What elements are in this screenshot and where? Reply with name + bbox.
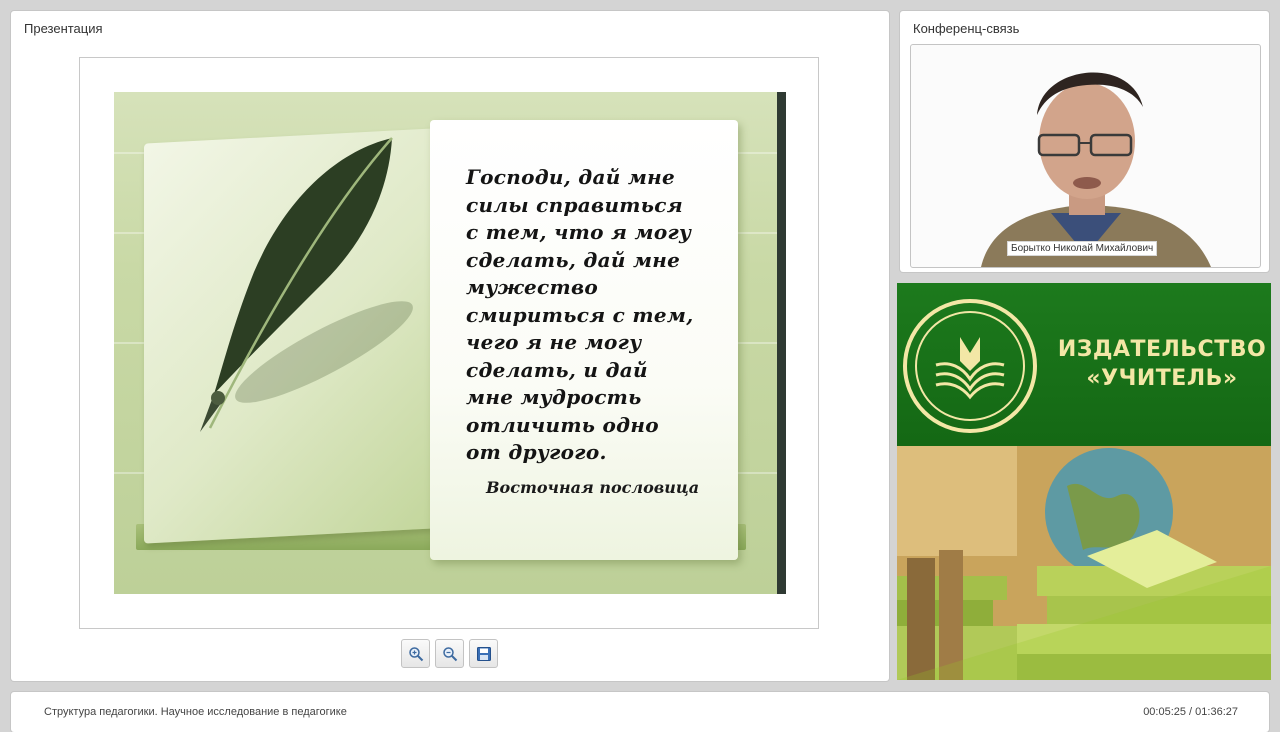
zoom-in-button[interactable] (401, 639, 430, 668)
presentation-panel-title: Презентация (24, 21, 103, 36)
zoom-out-icon (442, 646, 457, 661)
publisher-name: ИЗДАТЕЛЬСТВО «УЧИТЕЛЬ» (1057, 337, 1267, 391)
quill-feather-icon (200, 137, 413, 432)
slide-quote: Господи, дай мне силы справиться с тем, … (466, 165, 694, 464)
zoom-in-icon (408, 646, 423, 661)
publisher-banner: ИЗДАТЕЛЬСТВО «УЧИТЕЛЬ» (897, 283, 1271, 680)
playback-timecode: 00:05:25 / 01:36:27 (1143, 706, 1238, 718)
banner-books-photo (897, 446, 1271, 680)
slide-edge (777, 92, 786, 594)
conference-panel-title: Конференц-связь (913, 21, 1020, 36)
publisher-logo (903, 299, 1037, 433)
books-globe-icon (897, 446, 1271, 680)
book-logo-icon (935, 337, 1005, 400)
save-button[interactable] (469, 639, 498, 668)
speaker-name-label: Борытко Николай Михайлович (1007, 241, 1158, 256)
conference-panel: Конференц-связь Борытко Николай Михайлов… (900, 11, 1269, 272)
save-icon (476, 646, 491, 661)
slide-image: Господи, дай мне силы справиться с тем, … (114, 92, 786, 594)
banner-header: ИЗДАТЕЛЬСТВО «УЧИТЕЛЬ» (897, 283, 1271, 446)
presentation-panel: Презентация Господи, дай мне силы справи… (11, 11, 889, 681)
zoom-out-button[interactable] (435, 639, 464, 668)
lecture-title: Структура педагогики. Научное исследован… (44, 706, 347, 718)
speaker-portrait-icon (981, 72, 1211, 267)
slide-frame: Господи, дай мне силы справиться с тем, … (79, 57, 819, 629)
slide-quote-source: Восточная пословица (486, 478, 700, 497)
slide-toolbar (401, 639, 498, 668)
speaker-video: Борытко Николай Михайлович (910, 44, 1261, 268)
footer-bar: Структура педагогики. Научное исследован… (11, 692, 1269, 732)
